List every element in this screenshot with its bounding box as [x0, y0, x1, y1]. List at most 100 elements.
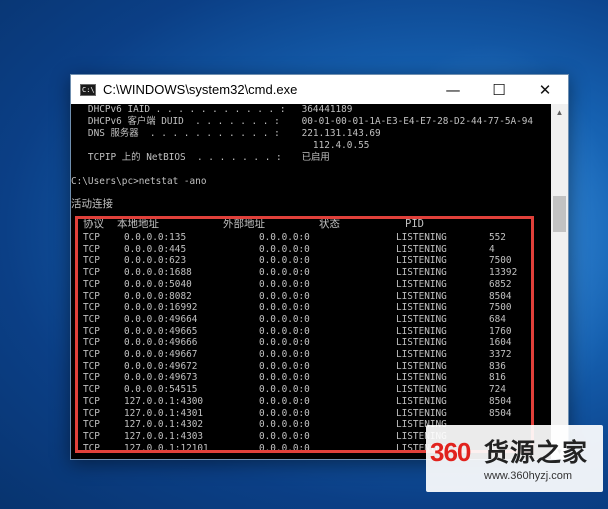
table-cell: LISTENING	[396, 395, 447, 407]
site-watermark: 360 货源之家 www.360hyzj.com	[426, 425, 603, 492]
table-row: TCP 0.0.0.0:49673 0.0.0.0:0 LISTENING 816	[71, 372, 541, 384]
ipconfig-key: TCPIP 上的 NetBIOS . . . . . . . :	[71, 152, 282, 163]
table-cell: 6852	[489, 278, 512, 290]
console-output[interactable]: DHCPv6 IAID . . . . . . . . . . . : 3644…	[71, 104, 551, 459]
close-button[interactable]: ✕	[522, 75, 568, 104]
table-row: TCP 0.0.0.0:49672 0.0.0.0:0 LISTENING 836	[71, 361, 541, 373]
table-cell: LISTENING	[396, 337, 447, 349]
column-header: 状态	[319, 218, 340, 230]
table-cell: 0.0.0.0:0	[259, 372, 310, 384]
title-bar[interactable]: C:\ C:\WINDOWS\system32\cmd.exe — ☐ ✕	[71, 75, 568, 104]
table-cell: TCP	[83, 430, 100, 442]
table-row: TCP 0.0.0.0:1688 0.0.0.0:0 LISTENING 13392	[71, 267, 541, 279]
table-cell: TCP	[83, 278, 100, 290]
table-cell: 8504	[489, 395, 512, 407]
table-cell: TCP	[83, 407, 100, 419]
ipconfig-value: 112.4.0.55	[296, 140, 370, 151]
table-cell: 127.0.0.1:4303	[124, 430, 204, 442]
table-cell: 0.0.0.0:54515	[124, 384, 198, 396]
table-row: TCP 127.0.0.1:4301 0.0.0.0:0 LISTENING 8504	[71, 408, 541, 420]
table-row: TCP 0.0.0.0:49664 0.0.0.0:0 LISTENING 684	[71, 314, 541, 326]
table-cell: 724	[489, 384, 506, 396]
table-cell: 0.0.0.0:0	[259, 349, 310, 360]
table-row: TCP 0.0.0.0:49665 0.0.0.0:0 LISTENING 1760	[71, 326, 541, 338]
table-cell: TCP	[83, 442, 100, 454]
table-cell: 836	[489, 360, 506, 372]
table-cell: 0.0.0.0:0	[259, 384, 310, 396]
table-row: TCP 0.0.0.0:54515 0.0.0.0:0 LISTENING 724	[71, 384, 541, 396]
table-row: TCP 0.0.0.0:49666 0.0.0.0:0 LISTENING 1604	[71, 337, 541, 349]
table-cell: TCP	[83, 302, 100, 314]
table-cell: 0.0.0.0:49665	[124, 325, 198, 337]
table-cell: TCP	[83, 419, 100, 431]
table-cell: 3372	[489, 349, 512, 360]
ipconfig-line: DHCPv6 客户端 DUID . . . . . . . : 00-01-00…	[71, 116, 551, 128]
table-cell: LISTENING	[396, 325, 447, 337]
table-cell: 127.0.0.1:4302	[124, 419, 204, 431]
table-cell: 0.0.0.0:49672	[124, 360, 198, 372]
table-cell: 0.0.0.0:0	[259, 442, 310, 454]
table-cell: 13392	[489, 267, 518, 279]
table-cell: 0.0.0.0:0	[259, 337, 310, 349]
vertical-scrollbar[interactable]: ▲ ▼	[551, 104, 568, 459]
table-cell: LISTENING	[396, 267, 447, 279]
column-header: 外部地址	[223, 218, 265, 230]
table-cell: 816	[489, 372, 506, 384]
table-cell: 0.0.0.0:0	[259, 430, 310, 442]
table-cell: 7500	[489, 255, 512, 267]
table-cell: TCP	[83, 395, 100, 407]
table-header: 协议 本地地址 外部地址 状态 PID	[71, 218, 541, 231]
cmd-window[interactable]: C:\ C:\WINDOWS\system32\cmd.exe — ☐ ✕ DH…	[70, 74, 569, 460]
table-row: TCP 0.0.0.0:49667 0.0.0.0:0 LISTENING 3372	[71, 349, 541, 361]
table-cell: 0.0.0.0:623	[124, 255, 187, 267]
window-controls: — ☐ ✕	[430, 75, 568, 104]
table-cell: LISTENING	[396, 278, 447, 290]
table-cell: TCP	[83, 255, 100, 267]
ipconfig-value: 221.131.143.69	[296, 128, 381, 139]
window-title: C:\WINDOWS\system32\cmd.exe	[103, 82, 298, 97]
table-cell: 7500	[489, 302, 512, 314]
watermark-url: www.360hyzj.com	[484, 470, 573, 482]
column-header: 本地地址	[117, 218, 159, 230]
table-cell: TCP	[83, 360, 100, 372]
table-cell: 4	[489, 243, 495, 255]
table-cell: LISTENING	[396, 302, 447, 314]
ipconfig-line: 112.4.0.55	[71, 140, 551, 152]
column-header: PID	[405, 218, 424, 230]
table-cell: LISTENING	[396, 255, 447, 267]
table-cell: TCP	[83, 313, 100, 325]
table-cell: 0.0.0.0:0	[259, 419, 310, 431]
ipconfig-key: DNS 服务器 . . . . . . . . . . . :	[71, 128, 280, 139]
ipconfig-line: DNS 服务器 . . . . . . . . . . . : 221.131.…	[71, 128, 551, 140]
ipconfig-key: DHCPv6 IAID . . . . . . . . . . . :	[71, 104, 286, 115]
table-cell: 684	[489, 313, 506, 325]
table-row: TCP 0.0.0.0:8082 0.0.0.0:0 LISTENING 8504	[71, 291, 541, 303]
maximize-button[interactable]: ☐	[476, 75, 522, 104]
table-cell: TCP	[83, 337, 100, 349]
table-cell: 0.0.0.0:0	[259, 313, 310, 325]
table-cell: 0.0.0.0:0	[259, 255, 310, 267]
table-cell: 0.0.0.0:16992	[124, 302, 198, 314]
table-cell: LISTENING	[396, 313, 447, 325]
minimize-button[interactable]: —	[430, 75, 476, 104]
ipconfig-key: DHCPv6 客户端 DUID . . . . . . . :	[71, 116, 280, 127]
table-cell: 0.0.0.0:0	[259, 407, 310, 419]
scroll-thumb[interactable]	[553, 196, 566, 232]
table-cell: 0.0.0.0:135	[124, 232, 187, 243]
table-cell: 1760	[489, 325, 512, 337]
table-cell: LISTENING	[396, 372, 447, 384]
table-cell: 0.0.0.0:0	[259, 267, 310, 279]
cmd-icon: C:\	[80, 83, 96, 96]
table-cell: 0.0.0.0:0	[259, 360, 310, 372]
table-cell: 0.0.0.0:445	[124, 243, 187, 255]
ipconfig-line: DHCPv6 IAID . . . . . . . . . . . : 3644…	[71, 104, 551, 116]
table-cell: TCP	[83, 325, 100, 337]
table-row: TCP 0.0.0.0:16992 0.0.0.0:0 LISTENING 7500	[71, 302, 541, 314]
table-cell: TCP	[83, 349, 100, 360]
ipconfig-value: 00-01-00-01-1A-E3-E4-E7-28-D2-44-77-5A-9…	[296, 116, 534, 127]
table-cell: LISTENING	[396, 243, 447, 255]
table-cell: 127.0.0.1:4300	[124, 395, 204, 407]
watermark-360-logo: 360	[430, 437, 471, 467]
scroll-up-arrow-icon[interactable]: ▲	[551, 104, 568, 120]
table-cell: 0.0.0.0:1688	[124, 267, 192, 279]
